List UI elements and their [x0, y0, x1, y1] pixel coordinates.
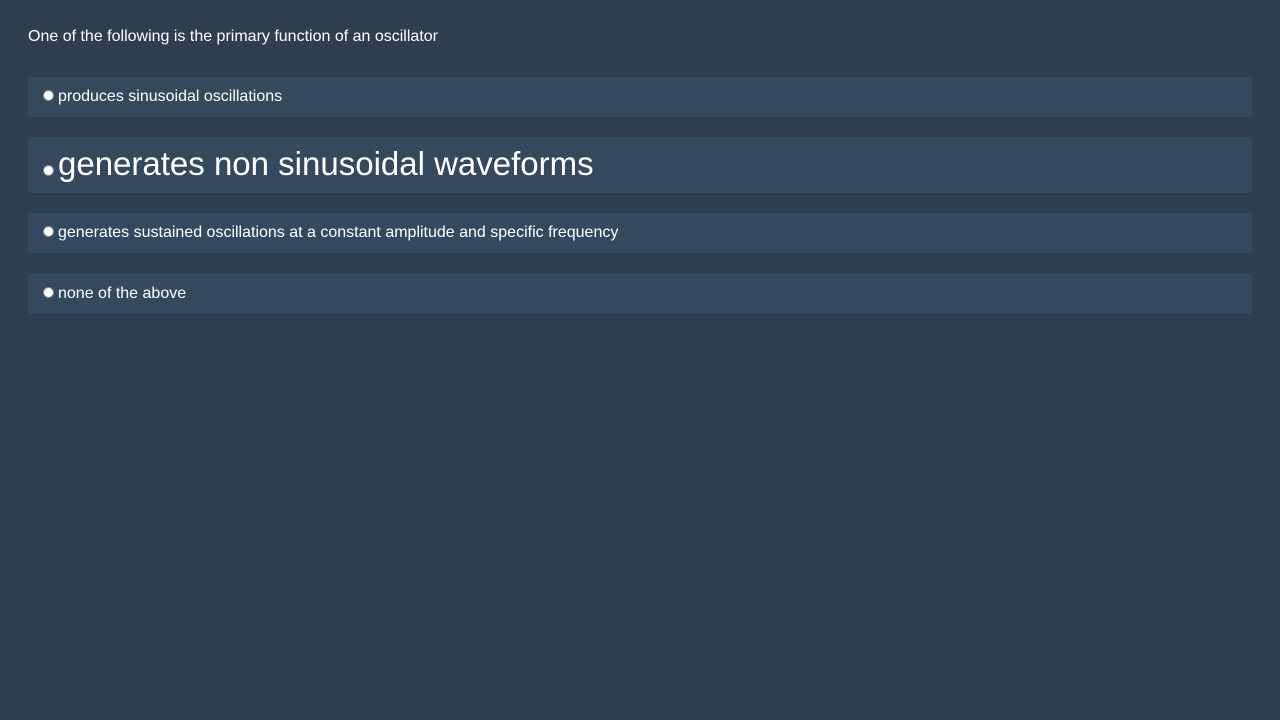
radio-button-icon[interactable] — [43, 164, 54, 176]
answer-option-2[interactable]: generates non sinusoidal waveforms — [28, 137, 1252, 193]
radio-button-icon[interactable] — [43, 286, 54, 298]
radio-button-icon[interactable] — [43, 89, 54, 101]
answer-option-4[interactable]: none of the above — [28, 274, 1252, 314]
answer-option-label: generates sustained oscillations at a co… — [58, 224, 619, 241]
answer-option-label: generates non sinusoidal waveforms — [58, 145, 594, 182]
answer-option-label: produces sinusoidal oscillations — [58, 88, 283, 105]
question-text: One of the following is the primary func… — [28, 28, 438, 45]
answer-option-label: none of the above — [58, 285, 187, 302]
answer-option-1[interactable]: produces sinusoidal oscillations — [28, 77, 1252, 117]
radio-button-icon[interactable] — [43, 225, 54, 237]
answer-option-3[interactable]: generates sustained oscillations at a co… — [28, 213, 1252, 253]
